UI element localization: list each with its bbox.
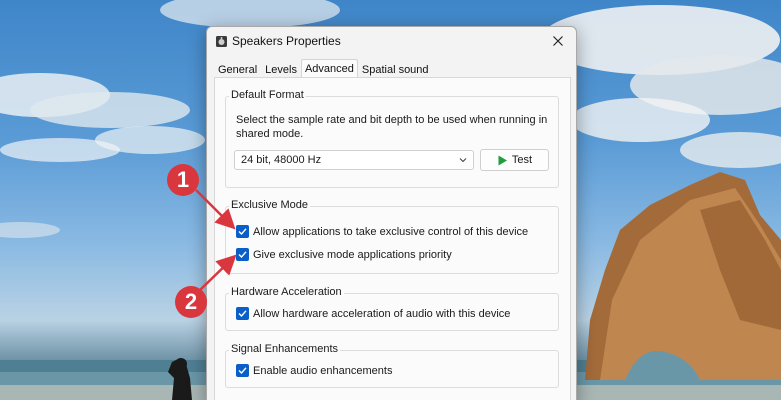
signal-enhancements-group: Signal Enhancements Enable audio enhance… (225, 343, 559, 388)
allow-exclusive-label: Allow applications to take exclusive con… (253, 225, 529, 238)
allow-exclusive-control-option[interactable]: Allow applications to take exclusive con… (236, 225, 528, 238)
checkmark-icon (238, 310, 247, 318)
default-format-description: Select the sample rate and bit depth to … (236, 114, 548, 140)
default-format-group: Default Format Select the sample rate an… (225, 89, 559, 188)
enable-audio-enhancements-option[interactable]: Enable audio enhancements (236, 364, 392, 377)
format-select[interactable]: 24 bit, 48000 Hz (234, 150, 474, 170)
exclusive-mode-label: Exclusive Mode (229, 199, 311, 211)
tab-levels[interactable]: Levels (261, 60, 301, 78)
tab-advanced[interactable]: Advanced (300, 59, 358, 77)
hardware-acceleration-label: Hardware Acceleration (229, 286, 344, 298)
test-button-label: Test (511, 154, 533, 166)
speaker-icon (216, 36, 227, 47)
allow-exclusive-checkbox[interactable] (236, 225, 249, 238)
exclusive-mode-group: Exclusive Mode Allow applications to tak… (225, 199, 559, 274)
close-icon (553, 36, 563, 46)
audio-enhancements-option-label: Enable audio enhancements (253, 364, 393, 377)
step-2-badge: 2 (175, 286, 207, 318)
exclusive-priority-label: Give exclusive mode applications priorit… (253, 248, 452, 261)
hardware-acceleration-checkbox[interactable] (236, 307, 249, 320)
default-format-label: Default Format (229, 89, 306, 101)
close-button[interactable] (546, 31, 570, 51)
tab-bar: General Levels Advanced Spatial sound (214, 59, 433, 78)
tab-spatial-sound[interactable]: Spatial sound (358, 60, 433, 78)
window-title: Speakers Properties (232, 34, 341, 48)
allow-hardware-acceleration-option[interactable]: Allow hardware acceleration of audio wit… (236, 307, 510, 320)
format-select-value: 24 bit, 48000 Hz (241, 154, 322, 166)
audio-enhancements-checkbox[interactable] (236, 364, 249, 377)
speakers-properties-dialog: Speakers Properties General Levels Advan… (206, 26, 577, 400)
title-bar: Speakers Properties (207, 27, 576, 57)
step-1-badge: 1 (167, 164, 199, 196)
tab-general[interactable]: General (214, 60, 261, 78)
checkmark-icon (238, 367, 247, 375)
hardware-acceleration-group: Hardware Acceleration Allow hardware acc… (225, 286, 559, 331)
play-icon (498, 155, 507, 165)
checkmark-icon (238, 228, 247, 236)
signal-enhancements-label: Signal Enhancements (229, 343, 341, 355)
hardware-acceleration-option-label: Allow hardware acceleration of audio wit… (253, 307, 511, 320)
checkmark-icon (238, 251, 247, 259)
test-button[interactable]: Test (480, 149, 549, 171)
exclusive-priority-option[interactable]: Give exclusive mode applications priorit… (236, 248, 452, 261)
chevron-down-icon (459, 158, 467, 163)
exclusive-priority-checkbox[interactable] (236, 248, 249, 261)
advanced-panel: Default Format Select the sample rate an… (214, 77, 571, 400)
